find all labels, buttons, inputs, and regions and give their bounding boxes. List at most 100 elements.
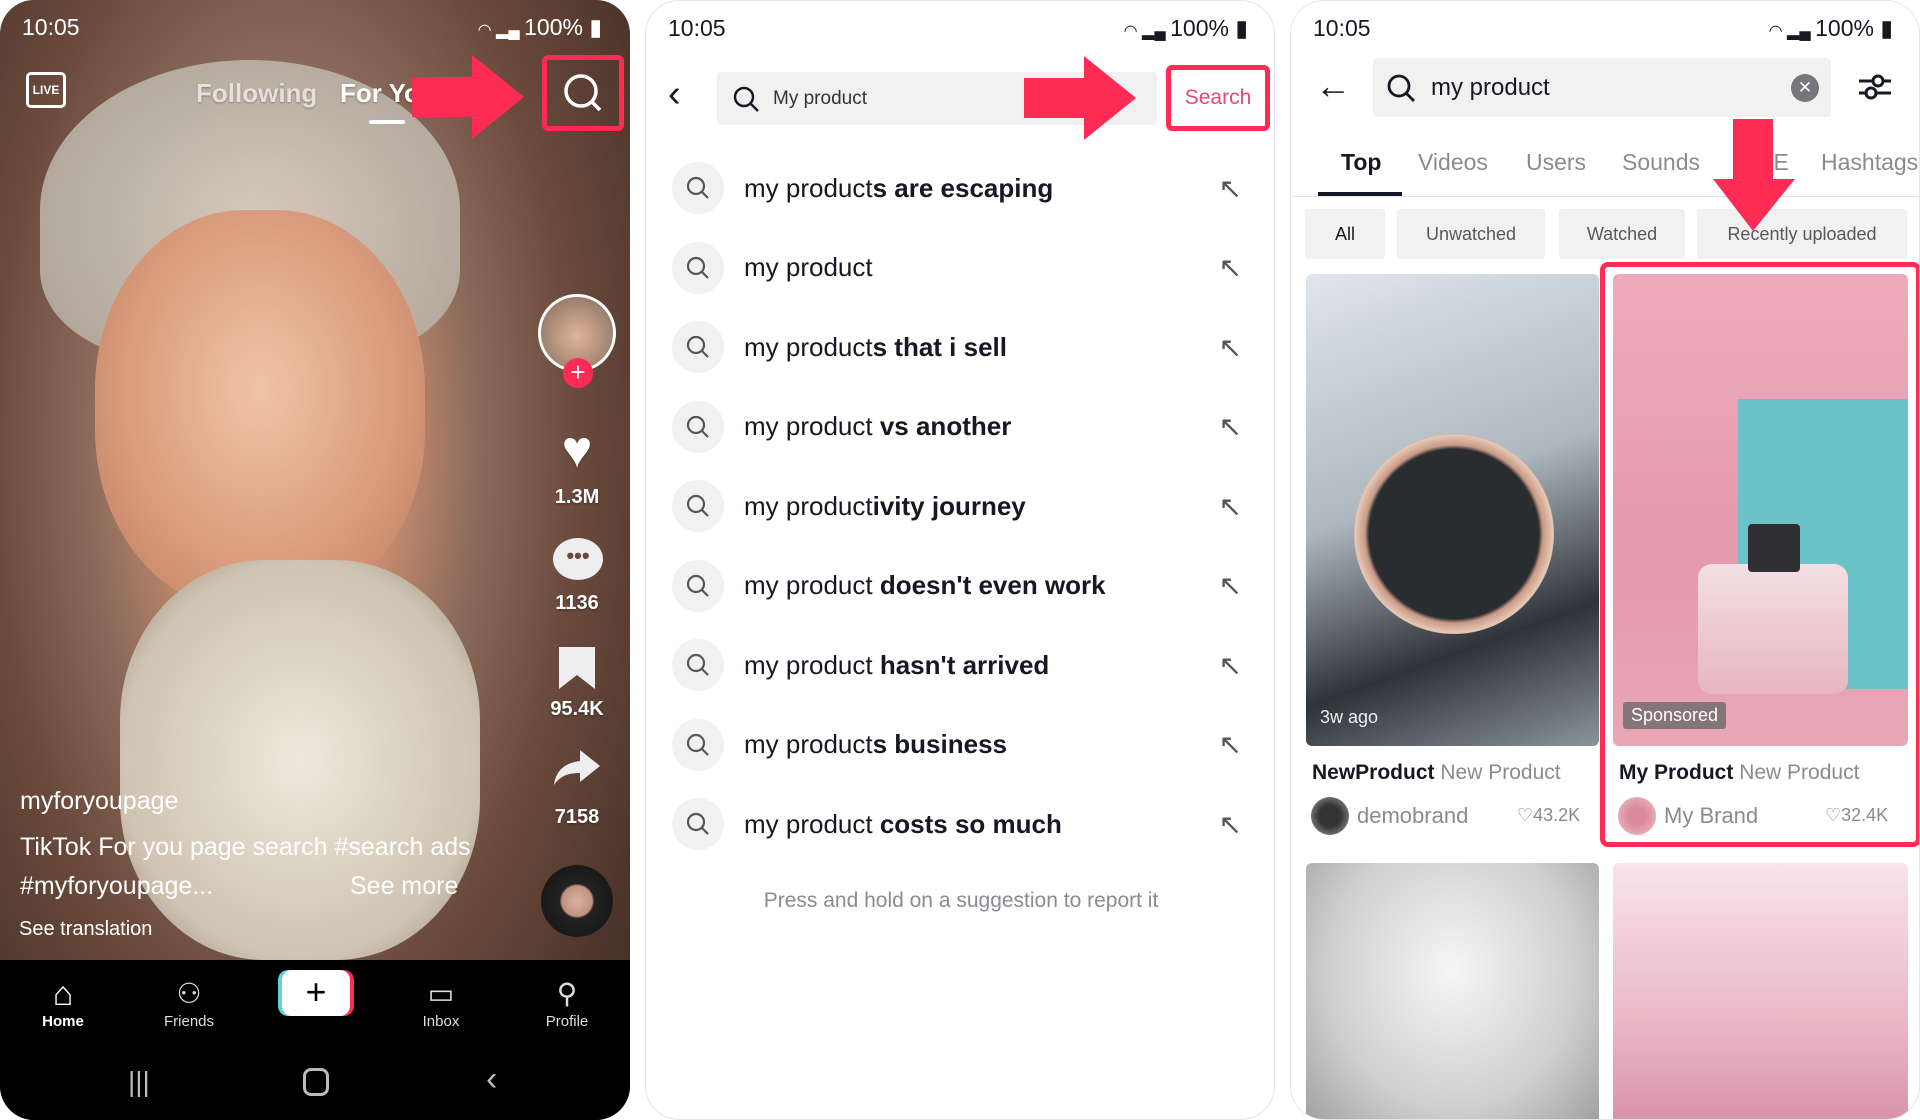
chip-all[interactable]: All [1305, 209, 1385, 259]
highlight-box-annotation [1600, 262, 1919, 847]
video-card-image[interactable]: 3w ago [1306, 274, 1599, 746]
tab-following[interactable]: Following [196, 78, 317, 109]
live-button[interactable]: LIVE [26, 72, 66, 108]
suggestion-text: my products that i sell [744, 331, 1007, 362]
tab-hashtags[interactable]: Hashtags [1821, 149, 1918, 176]
suggestion-item[interactable]: my products that i sell ↖ [672, 315, 1252, 379]
music-disc-icon[interactable] [541, 865, 613, 937]
status-time: 10:05 [22, 14, 80, 40]
back-arrow-icon[interactable]: ← [1315, 65, 1351, 107]
card-title[interactable]: NewProduct New Product [1312, 761, 1561, 785]
video-card-image[interactable] [1613, 863, 1908, 1119]
search-icon [672, 400, 724, 453]
search-icon [672, 241, 724, 294]
watch-image [1354, 434, 1554, 634]
bookmark-icon[interactable] [557, 645, 597, 691]
search-button[interactable] [542, 55, 624, 131]
status-battery: ◠ ▂▄ 100% ▮ [1123, 15, 1248, 41]
wifi-icon: ◠ ▂▄ [477, 22, 525, 39]
recents-icon[interactable]: ||| [128, 1066, 150, 1098]
suggestion-text: my products business [744, 729, 1008, 759]
suggestion-text: my product hasn't arrived [744, 649, 1050, 680]
fill-query-arrow-icon[interactable]: ↖ [1219, 331, 1242, 364]
back-icon[interactable]: ‹ [668, 73, 681, 116]
fill-query-arrow-icon[interactable]: ↖ [1219, 172, 1242, 205]
tab-for-you[interactable]: For You [340, 78, 420, 109]
status-time: 10:05 [668, 15, 726, 41]
caption-line-1: TikTok For you page search #search ads [20, 833, 471, 861]
creator-username[interactable]: myforyoupage [20, 787, 178, 816]
suggestion-item[interactable]: my product vs another ↖ [672, 395, 1252, 459]
caption-line-2: #myforyoupage... [20, 872, 214, 900]
suggestion-item[interactable]: my product costs so much ↖ [672, 792, 1252, 856]
search-suggestions-screen: 10:05 ◠ ▂▄ 100% ▮ ‹ My product Search my… [645, 0, 1275, 1120]
chip-unwatched[interactable]: Unwatched [1397, 209, 1545, 259]
fill-query-arrow-icon[interactable]: ↖ [1219, 251, 1242, 284]
tab-sounds[interactable]: Sounds [1622, 149, 1700, 176]
filter-icon[interactable] [1857, 69, 1893, 105]
suggestion-item[interactable]: my products are escaping ↖ [672, 156, 1252, 220]
author-name[interactable]: demobrand [1357, 803, 1468, 829]
suggestion-item[interactable]: my product ↖ [672, 236, 1252, 300]
create-button[interactable]: + [282, 970, 350, 1016]
tab-users[interactable]: Users [1526, 149, 1586, 176]
tab-videos[interactable]: Videos [1418, 149, 1488, 176]
search-icon [672, 798, 724, 850]
wifi-icon: ◠ ▂▄ [1123, 23, 1171, 40]
like-heart-icon[interactable]: ♥ [537, 424, 617, 476]
fill-query-arrow-icon[interactable]: ↖ [1219, 490, 1242, 523]
chip-watched[interactable]: Watched [1559, 209, 1685, 259]
suggestion-text: my productivity journey [744, 490, 1026, 521]
comment-count: 1136 [555, 592, 599, 614]
suggestion-text: my product costs so much [744, 808, 1062, 839]
suggestion-item[interactable]: my product doesn't even work ↖ [672, 554, 1252, 618]
for-you-feed-screen: 10:05 ◠ ▂▄ 100% ▮ LIVE Following For You… [0, 0, 630, 1120]
suggestion-item[interactable]: my productivity journey ↖ [672, 474, 1252, 538]
save-count: 95.4K [550, 698, 604, 720]
fill-query-arrow-icon[interactable]: ↖ [1219, 569, 1242, 602]
search-submit-button[interactable]: Search [1166, 65, 1270, 131]
video-card-image[interactable] [1306, 863, 1599, 1119]
clear-icon[interactable]: ✕ [1791, 73, 1819, 102]
suggestion-text: my products are escaping [744, 172, 1054, 203]
nav-profile[interactable]: ⚲ Profile [522, 975, 612, 1030]
suggestion-text: my product [744, 252, 873, 282]
nav-inbox[interactable]: ▭ Inbox [396, 975, 486, 1030]
fill-query-arrow-icon[interactable]: ↖ [1219, 728, 1242, 761]
profile-icon: ⚲ [556, 978, 578, 1009]
nav-home[interactable]: ⌂ Home [18, 975, 108, 1030]
author-avatar[interactable] [1311, 797, 1349, 835]
fill-query-arrow-icon[interactable]: ↖ [1219, 808, 1242, 841]
search-icon [733, 86, 759, 112]
arrow-down-annotation [1713, 119, 1795, 231]
search-icon [672, 321, 724, 373]
status-battery: ◠ ▂▄ 100% ▮ [1768, 15, 1893, 41]
suggestion-item[interactable]: my products business ↖ [672, 713, 1252, 777]
search-input[interactable]: my product ✕ [1373, 58, 1831, 117]
home-system-icon[interactable] [303, 1068, 329, 1096]
friends-icon: ⚇ [176, 978, 202, 1009]
status-time: 10:05 [1313, 15, 1371, 41]
fill-query-arrow-icon[interactable]: ↖ [1219, 410, 1242, 443]
back-system-icon[interactable]: ‹ [486, 1060, 497, 1099]
suggestion-item[interactable]: my product hasn't arrived ↖ [672, 633, 1252, 697]
follow-plus-icon[interactable]: + [563, 358, 593, 388]
fill-query-arrow-icon[interactable]: ↖ [1219, 649, 1242, 682]
suggestion-text: my product doesn't even work [744, 570, 1106, 600]
status-battery: ◠ ▂▄ 100% ▮ [477, 14, 602, 40]
video-face [95, 210, 425, 610]
inbox-icon: ▭ [427, 978, 455, 1009]
tab-top[interactable]: Top [1341, 149, 1381, 176]
tab-indicator [369, 120, 405, 124]
search-icon [1387, 74, 1415, 102]
search-icon [672, 718, 724, 771]
see-more-link[interactable]: See more [350, 872, 458, 901]
share-arrow-icon[interactable] [552, 748, 602, 788]
nav-friends[interactable]: ⚇ Friends [144, 975, 234, 1030]
see-translation-link[interactable]: See translation [19, 918, 152, 941]
comment-icon[interactable]: ••• [553, 538, 603, 580]
share-count: 7158 [554, 806, 600, 828]
wifi-icon: ◠ ▂▄ [1768, 23, 1816, 40]
tabs-divider [1291, 196, 1919, 197]
card-likes: ♡43.2K [1517, 805, 1581, 825]
